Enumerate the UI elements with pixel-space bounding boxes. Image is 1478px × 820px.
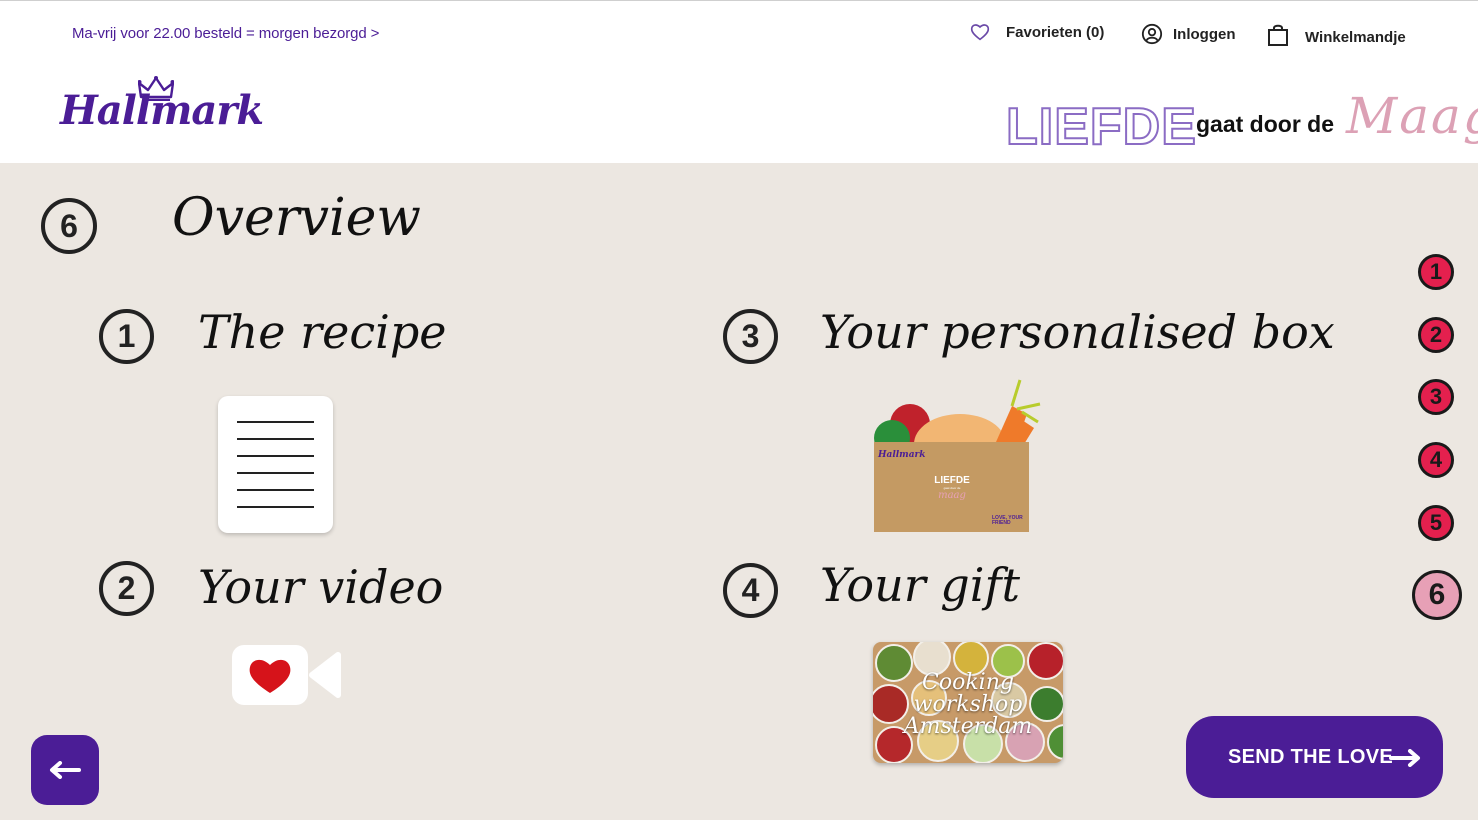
gift-step-number: 4 [723,563,778,618]
recipe-title: The recipe [198,305,447,359]
side-nav-step-4[interactable]: 4 [1418,442,1454,478]
favorites-label: Favorieten (0) [1006,23,1105,41]
side-nav-step-5[interactable]: 5 [1418,505,1454,541]
back-button[interactable] [31,735,99,805]
cart-label: Winkelmandje [1305,28,1406,46]
side-nav-step-1[interactable]: 1 [1418,254,1454,290]
box-maag: maag [938,490,966,501]
recipe-document-icon[interactable] [218,396,333,533]
shopping-bag-icon [1268,24,1288,46]
box-title: Your personalised box [820,305,1335,359]
box-corner-text: LOVE, YOUR FRIEND [992,515,1023,526]
campaign-maag: Maag [1346,87,1478,145]
video-heart-icon[interactable] [232,645,342,705]
delivery-promo-link[interactable]: Ma-vrij voor 22.00 besteld = morgen bezo… [72,25,379,42]
arrow-left-icon [50,761,81,779]
arrow-right-icon [1389,749,1420,767]
campaign-liefde: LIEFDE [1005,97,1197,157]
hallmark-logo[interactable]: Hallmark [60,73,264,149]
campaign-middle: gaat door de [1196,111,1335,137]
overview-step-number: 6 [41,198,97,254]
gift-card-image[interactable]: Cooking workshop Amsterdam [873,642,1063,763]
box-step-number: 3 [723,309,778,364]
send-the-love-button[interactable]: SEND THE LOVE [1186,716,1443,798]
video-step-number: 2 [99,561,154,616]
user-circle-icon [1141,23,1163,45]
logo-wordmark: Hallmark [60,87,264,134]
box-liefde: LIEFDE [934,475,970,486]
video-title: Your video [198,560,444,614]
gift-card-caption: Cooking workshop Amsterdam [903,670,1033,739]
cart-link[interactable]: Winkelmandje [1267,23,1406,47]
side-nav-step-2[interactable]: 2 [1418,317,1454,353]
recipe-step-number: 1 [99,309,154,364]
favorites-link[interactable]: Favorieten (0) [970,23,1104,41]
send-button-label: SEND THE LOVE [1228,745,1394,768]
login-link[interactable]: Inloggen [1141,23,1236,45]
side-nav-step-3[interactable]: 3 [1418,379,1454,415]
gift-box-illustration[interactable]: Hallmark LIEFDE gaat door de maag LOVE, … [872,376,1044,536]
overview-title: Overview [172,188,421,248]
box-brand: Hallmark [878,450,926,460]
side-nav-step-6-active[interactable]: 6 [1412,570,1462,620]
site-header: Ma-vrij voor 22.00 besteld = morgen bezo… [0,0,1478,163]
heart-outline-icon [970,24,990,41]
login-label: Inloggen [1173,25,1236,43]
gift-title: Your gift [820,558,1020,612]
